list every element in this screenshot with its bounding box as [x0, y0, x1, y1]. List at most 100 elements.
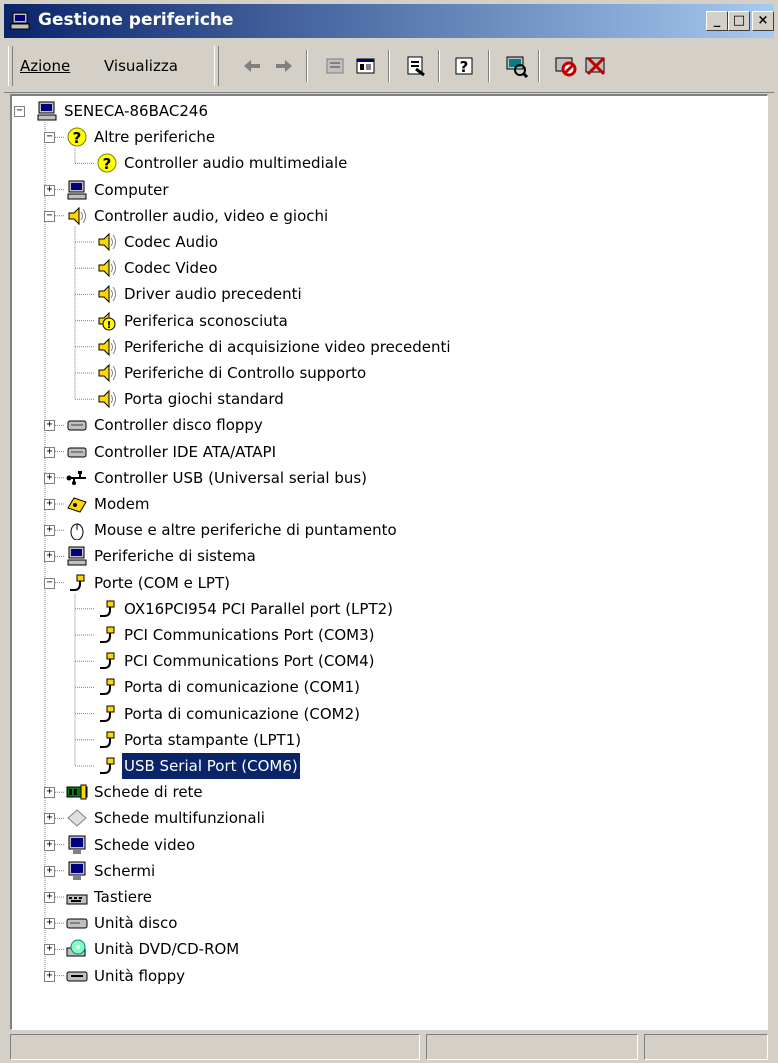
port-icon [100, 600, 115, 617]
toolbar-separator [488, 50, 490, 82]
expand-toggle[interactable]: + [44, 446, 55, 458]
port-icon [100, 731, 115, 748]
multifunction-icon [67, 809, 87, 828]
title-bar[interactable]: Gestione periferiche _ □ × [4, 4, 774, 38]
collapse-toggle[interactable]: − [44, 210, 55, 222]
menu-visualizza[interactable]: Visualizza [104, 57, 178, 75]
controller-icon [67, 420, 87, 431]
expand-toggle[interactable]: + [44, 551, 55, 563]
minimize-button[interactable]: _ [706, 11, 728, 31]
expand-toggle[interactable]: + [44, 892, 55, 903]
uninstall-device-icon[interactable] [582, 52, 610, 80]
tree-category-label: Controller IDE ATA/ATAPI [94, 442, 277, 461]
menu-azione[interactable]: Azione [20, 57, 70, 75]
tree-device-label: Periferiche di acquisizione video preced… [124, 337, 451, 356]
speaker-icon [98, 389, 116, 409]
forward-arrow-icon[interactable] [270, 52, 298, 80]
show-hide-tree-icon[interactable] [352, 52, 380, 80]
port-icon [70, 574, 85, 591]
tree-category-label: Periferiche di sistema [94, 547, 256, 566]
tree-category-label: Schede video [94, 835, 195, 854]
floppy-icon [66, 971, 88, 982]
menu-toolbar: Azione Visualizza ? [4, 40, 774, 93]
computer-icon [67, 180, 87, 200]
disk-icon [66, 918, 88, 929]
window-title: Gestione periferiche [38, 10, 234, 30]
back-arrow-icon[interactable] [238, 52, 266, 80]
scan-hardware-icon[interactable] [502, 52, 530, 80]
tree-device-label: Codec Video [124, 259, 218, 278]
svg-text:?: ? [73, 129, 82, 147]
expand-toggle[interactable]: + [44, 787, 55, 799]
expand-toggle[interactable]: + [44, 420, 55, 432]
svg-text:?: ? [460, 58, 469, 76]
expand-toggle[interactable]: + [44, 472, 55, 484]
menu-visualizza-label: Visualizza [104, 57, 178, 75]
expand-toggle[interactable]: + [44, 839, 55, 851]
device-tree[interactable]: SENECA-86BAC246−? Altre periferiche −? Cont… [10, 94, 768, 1030]
toolbar-grip-2[interactable] [214, 46, 219, 86]
collapse-toggle[interactable]: − [44, 132, 55, 144]
status-bar [10, 1034, 768, 1060]
port-icon [100, 652, 115, 670]
speaker-icon [98, 363, 116, 383]
tree-category-label: Modem [94, 495, 150, 513]
tree-device-label: PCI Communications Port (COM3) [124, 626, 375, 644]
expand-toggle[interactable]: + [44, 499, 55, 510]
collapse-toggle[interactable]: − [14, 106, 25, 117]
toolbar-separator [538, 50, 540, 82]
tree-category-label: Controller disco floppy [94, 416, 263, 435]
expand-toggle[interactable]: + [44, 944, 55, 956]
computer-icon [67, 546, 87, 566]
computer-icon [37, 101, 57, 121]
tree-category-label: Computer [94, 180, 169, 199]
tree-device-label: Porta giochi standard [124, 390, 284, 409]
tree-device-label: Periferiche di Controllo supporto [124, 364, 367, 382]
disable-device-icon[interactable] [552, 52, 580, 80]
up-folder-icon[interactable] [322, 52, 350, 80]
question-icon: ? [67, 127, 87, 147]
toolbar-grip[interactable] [8, 46, 13, 86]
expand-toggle[interactable]: + [44, 865, 55, 877]
tree-category-label: Mouse e altre periferiche di puntamento [94, 521, 397, 540]
question-icon: ? [97, 153, 117, 173]
tree-root-label: SENECA-86BAC246 [64, 102, 208, 120]
tree-category-label: Controller USB (Universal serial bus) [94, 468, 368, 487]
close-button[interactable]: × [752, 11, 774, 31]
collapse-toggle[interactable]: − [44, 577, 55, 589]
keyboard-icon [66, 894, 88, 905]
tree-device-label: Porta stampante (LPT1) [124, 730, 302, 749]
device-manager-window: Gestione periferiche _ □ × Azione Visual… [0, 0, 778, 1063]
speaker-icon [98, 337, 116, 357]
toolbar-separator [306, 50, 308, 82]
expand-toggle[interactable]: + [44, 918, 55, 930]
expand-toggle[interactable]: + [44, 970, 55, 982]
speaker-icon [98, 232, 116, 252]
expand-toggle[interactable]: + [44, 525, 55, 537]
tree-category-label: Unità DVD/CD-ROM [94, 940, 240, 959]
device-manager-icon [10, 12, 30, 30]
toolbar-separator [438, 50, 440, 82]
mouse-icon [70, 523, 84, 541]
tree-device-label: Periferica sconosciuta [124, 311, 288, 330]
expand-toggle[interactable]: + [44, 184, 55, 196]
tree-category-label: Porte (COM e LPT) [94, 573, 230, 592]
expand-toggle[interactable]: + [44, 813, 55, 825]
maximize-button[interactable]: □ [728, 11, 750, 31]
tree-device-label: PCI Communications Port (COM4) [124, 652, 375, 671]
cdrom-icon [66, 939, 86, 957]
help-icon[interactable]: ? [450, 52, 478, 80]
tree-category-label: Controller audio, video e giochi [94, 206, 329, 225]
speaker-icon [98, 285, 116, 304]
tree-category-label: Tastiere [94, 888, 153, 906]
tree-category-label: Schermi [94, 861, 156, 880]
speaker-warning-icon: ! [98, 311, 116, 331]
port-icon [100, 626, 115, 643]
svg-text:?: ? [103, 155, 112, 173]
port-icon [100, 705, 115, 722]
controller-icon [67, 447, 87, 458]
properties-icon[interactable] [402, 52, 430, 80]
monitor-icon [68, 835, 86, 854]
tree-device-label: Porta di comunicazione (COM2) [124, 704, 361, 723]
tree-device-label: Codec Audio [124, 233, 219, 251]
